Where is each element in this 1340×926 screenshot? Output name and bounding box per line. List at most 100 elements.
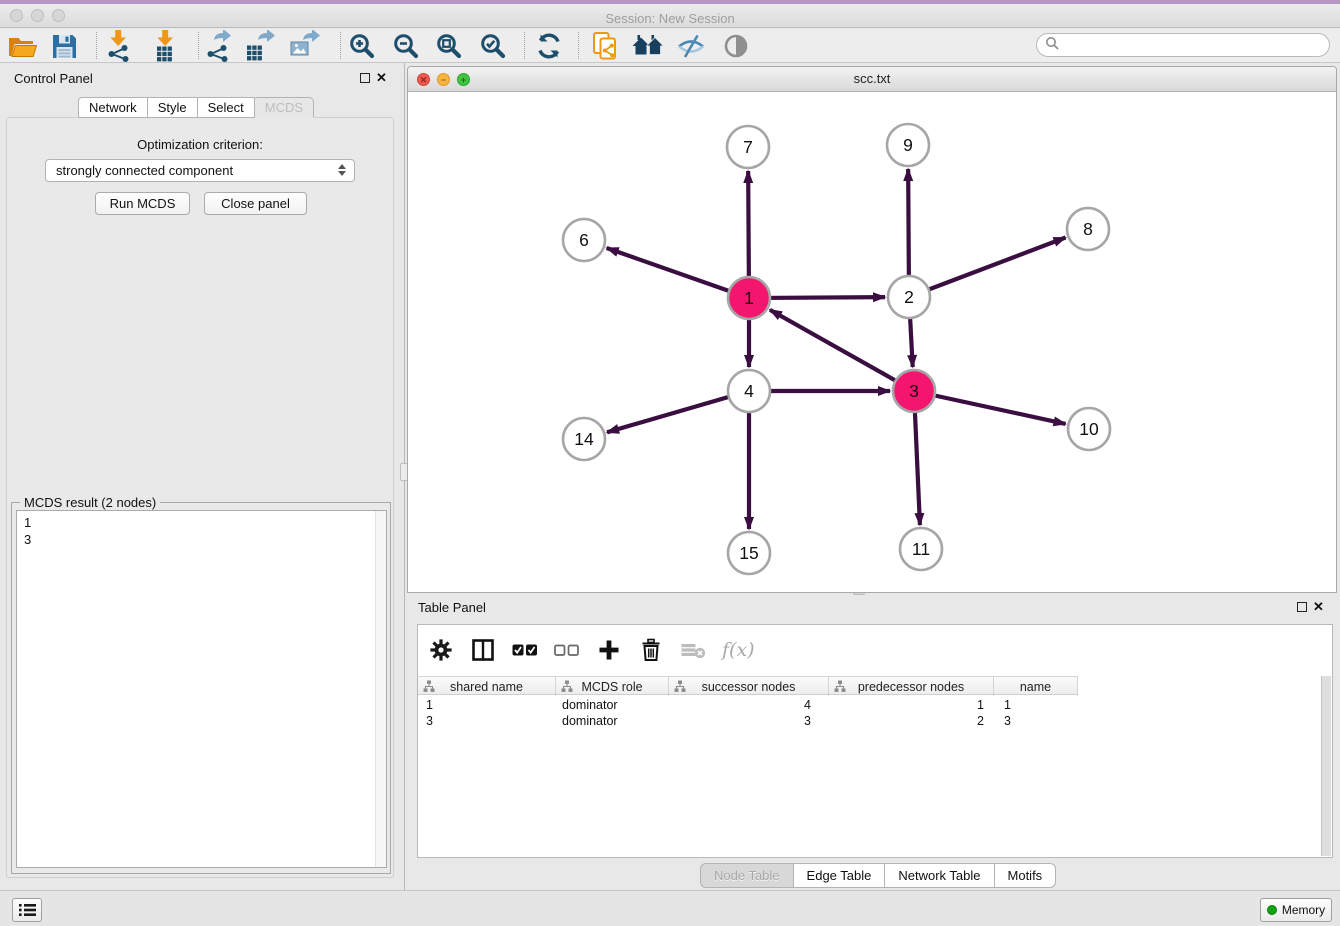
search-input[interactable] [1063, 36, 1329, 54]
tab-node-table[interactable]: Node Table [700, 863, 794, 888]
zoom-in-icon[interactable] [344, 30, 380, 62]
graph-node-4[interactable]: 4 [728, 370, 770, 412]
table-cell[interactable]: dominator [556, 713, 669, 729]
list-icon [19, 903, 36, 917]
network-graph[interactable]: 7 9 6 8 1 2 4 3 14 10 15 11 [408, 93, 1336, 593]
close-table-panel-icon[interactable]: ✕ [1313, 602, 1324, 612]
delete-table-icon[interactable] [680, 636, 706, 664]
save-icon[interactable] [46, 30, 82, 62]
tree-icon [561, 680, 573, 693]
add-column-icon[interactable] [596, 636, 622, 664]
homes-icon[interactable] [630, 30, 666, 62]
graph-node-1[interactable]: 1 [728, 277, 770, 319]
table-cell[interactable]: 4 [669, 697, 829, 713]
network-window-title: scc.txt [408, 67, 1336, 91]
task-list-button[interactable] [12, 898, 42, 922]
panel-divider[interactable] [402, 63, 406, 890]
graph-node-3[interactable]: 3 [893, 370, 935, 412]
titlebar: Session: New Session [0, 4, 1340, 28]
copy-network-icon[interactable] [587, 30, 623, 62]
column-header-name[interactable]: name [994, 677, 1078, 696]
toolbar-separator [524, 32, 525, 59]
graph-node-14[interactable]: 14 [563, 418, 605, 460]
tab-select[interactable]: Select [198, 97, 255, 118]
table-panel-title: Table Panel [418, 600, 486, 615]
columns-icon[interactable] [470, 636, 496, 664]
graph-node-label: 2 [904, 287, 914, 307]
graph-node-label: 9 [903, 135, 913, 155]
import-table-icon[interactable] [147, 30, 183, 62]
mcds-result-area[interactable]: 1 3 [16, 510, 387, 868]
gear-icon[interactable] [428, 636, 454, 664]
table-row[interactable]: 1dominator411 [418, 697, 1078, 713]
table-cell[interactable]: dominator [556, 697, 669, 713]
table-cell[interactable]: 1 [994, 697, 1078, 713]
export-table-icon[interactable] [243, 30, 279, 62]
graph-node-6[interactable]: 6 [563, 219, 605, 261]
graph-node-label: 4 [744, 381, 754, 401]
graph-node-2[interactable]: 2 [888, 276, 930, 318]
graph-edge-1-6[interactable] [607, 248, 749, 298]
graph-edge-3-1[interactable] [770, 310, 914, 391]
function-icon[interactable]: f(x) [722, 639, 755, 661]
table-row[interactable]: 3dominator323 [418, 713, 1078, 729]
export-network-icon[interactable] [200, 30, 236, 62]
graph-edge-2-8[interactable] [909, 238, 1066, 297]
graph-node-10[interactable]: 10 [1068, 408, 1110, 450]
table-panel-controls: ✕ [1297, 602, 1324, 612]
graph-node-label: 14 [574, 429, 594, 449]
deselect-all-icon[interactable] [554, 636, 580, 664]
refresh-icon[interactable] [531, 30, 567, 62]
network-window-titlebar[interactable]: scc.txt ✕ − + [408, 67, 1336, 92]
tree-icon [423, 680, 435, 693]
graph-node-11[interactable]: 11 [900, 528, 942, 570]
table-cell[interactable]: 1 [418, 697, 556, 713]
table-cell[interactable]: 2 [829, 713, 994, 729]
graph-node-15[interactable]: 15 [728, 532, 770, 574]
tab-network-table[interactable]: Network Table [885, 863, 994, 888]
search-box[interactable] [1036, 33, 1330, 57]
mcds-result-group: MCDS result (2 nodes) 1 3 [11, 502, 391, 874]
memory-button[interactable]: Memory [1260, 898, 1332, 922]
table-cell[interactable]: 3 [669, 713, 829, 729]
minimize-view-icon[interactable]: − [437, 73, 450, 86]
tab-mcds[interactable]: MCDS [255, 97, 314, 118]
close-panel-icon[interactable]: ✕ [376, 73, 387, 83]
float-table-panel-icon[interactable] [1297, 602, 1307, 612]
tab-motifs[interactable]: Motifs [995, 863, 1057, 888]
open-folder-icon[interactable] [4, 30, 40, 62]
graph-node-7[interactable]: 7 [727, 126, 769, 168]
zoom-out-icon[interactable] [388, 30, 424, 62]
delete-column-icon[interactable] [638, 636, 664, 664]
table-cell[interactable]: 3 [418, 713, 556, 729]
optimization-select[interactable]: strongly connected component [45, 159, 355, 182]
network-view-window: scc.txt ✕ − + 7 9 6 8 1 2 4 3 14 10 15 11 [407, 66, 1337, 593]
select-all-icon[interactable] [512, 636, 538, 664]
column-header-shared-name[interactable]: shared name [418, 677, 556, 696]
eye-icon[interactable] [718, 30, 754, 62]
tab-network[interactable]: Network [78, 97, 148, 118]
column-header-successor-nodes[interactable]: successor nodes [669, 677, 829, 696]
column-header-MCDS-role[interactable]: MCDS role [556, 677, 669, 696]
import-network-icon[interactable] [100, 30, 136, 62]
graph-node-9[interactable]: 9 [887, 124, 929, 166]
tab-style[interactable]: Style [148, 97, 198, 118]
maximize-view-icon[interactable]: + [457, 73, 470, 86]
column-header-label: predecessor nodes [829, 680, 993, 694]
close-panel-button[interactable]: Close panel [204, 192, 307, 215]
tab-edge-table[interactable]: Edge Table [794, 863, 886, 888]
table-scrollbar[interactable] [1321, 676, 1331, 856]
run-mcds-button[interactable]: Run MCDS [95, 192, 190, 215]
table-cell[interactable]: 1 [829, 697, 994, 713]
export-image-icon[interactable] [287, 30, 323, 62]
column-header-predecessor-nodes[interactable]: predecessor nodes [829, 677, 994, 696]
close-view-icon[interactable]: ✕ [417, 73, 430, 86]
graph-edge-3-10[interactable] [914, 391, 1066, 424]
result-scrollbar[interactable] [375, 511, 386, 867]
graph-node-8[interactable]: 8 [1067, 208, 1109, 250]
float-panel-icon[interactable] [360, 73, 370, 83]
zoom-selected-icon[interactable] [475, 30, 511, 62]
zoom-fit-icon[interactable] [431, 30, 467, 62]
hide-eye-icon[interactable] [673, 30, 709, 62]
table-cell[interactable]: 3 [994, 713, 1078, 729]
